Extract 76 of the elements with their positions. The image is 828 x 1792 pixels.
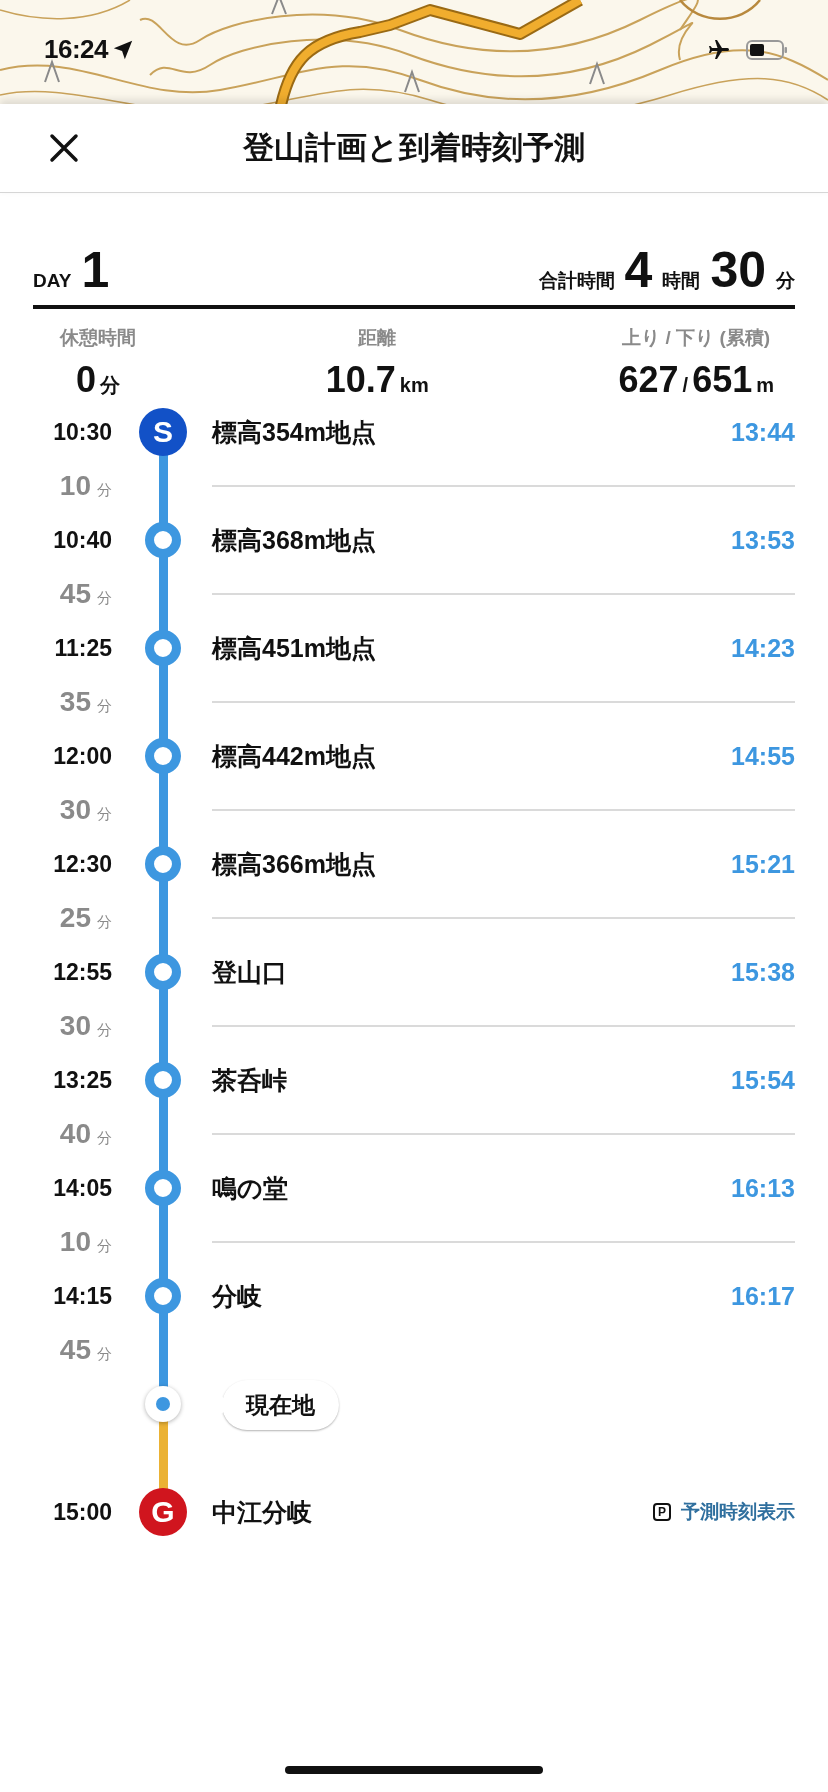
departure-time: 13:25 — [53, 1066, 112, 1094]
arrival-time: 15:38 — [731, 956, 795, 988]
day-label: DAY — [33, 270, 72, 292]
arrival-time: 14:55 — [731, 740, 795, 772]
arrival-time: 13:53 — [731, 524, 795, 556]
leg-duration: 45 — [59, 1334, 91, 1366]
departure-time: 11:25 — [54, 634, 112, 662]
total-time-label: 合計時間 — [538, 269, 615, 293]
leg-duration: 25 — [59, 902, 91, 934]
stat-unit: m — [756, 374, 774, 397]
arrival-time: 15:21 — [731, 848, 795, 880]
departure-time: 12:30 — [53, 850, 112, 878]
parking-icon: P — [653, 1503, 671, 1521]
total-hours: 4 — [624, 245, 653, 295]
duration-unit: 分 — [97, 1344, 112, 1364]
stat-value: 0 — [76, 359, 96, 401]
close-icon — [48, 132, 80, 164]
day-number: 1 — [81, 245, 110, 295]
stat-label: 休憩時間 — [60, 326, 136, 350]
arrival-time: 15:54 — [731, 1064, 795, 1096]
departure-time: 14:15 — [53, 1282, 112, 1310]
stat-label: 上り / 下り (累積) — [622, 326, 771, 350]
departure-time: 10:30 — [53, 418, 112, 446]
duration-unit: 分 — [97, 912, 112, 932]
point-name: 分岐 — [212, 1280, 262, 1312]
start-marker: S — [139, 408, 187, 456]
airplane-icon — [706, 37, 732, 62]
leg-duration: 30 — [59, 794, 91, 826]
current-location-marker — [145, 1386, 181, 1422]
goal-marker: G — [139, 1488, 187, 1536]
stat-value: 10.7 — [325, 359, 396, 401]
duration-unit: 分 — [97, 1128, 112, 1148]
stat-unit: km — [399, 374, 429, 397]
leg-duration: 10 — [59, 1226, 91, 1258]
duration-unit: 分 — [97, 480, 112, 500]
point-name: 鳴の堂 — [212, 1172, 288, 1204]
leg-duration: 45 — [59, 578, 91, 610]
hours-unit: 時間 — [662, 269, 701, 293]
predicted-time-link[interactable]: 予測時刻表示 — [681, 1499, 795, 1525]
leg-duration: 40 — [59, 1118, 91, 1150]
duration-unit: 分 — [97, 696, 112, 716]
leg-duration: 10 — [59, 470, 91, 502]
stat-value: 627 — [618, 359, 679, 401]
arrival-time: 14:23 — [731, 632, 795, 664]
duration-unit: 分 — [97, 588, 112, 608]
point-name: 中江分岐 — [212, 1496, 312, 1528]
total-minutes: 30 — [710, 245, 766, 295]
duration-unit: 分 — [97, 1020, 112, 1040]
stat-value: 651 — [692, 359, 753, 401]
point-name: 標高354m地点 — [212, 416, 376, 448]
duration-unit: 分 — [97, 804, 112, 824]
battery-icon — [746, 38, 788, 61]
duration-unit: 分 — [97, 1236, 112, 1256]
point-name: 標高451m地点 — [212, 632, 376, 664]
stat-unit: 分 — [100, 373, 120, 398]
point-name: 標高366m地点 — [212, 848, 376, 880]
point-name: 標高442m地点 — [212, 740, 376, 772]
location-arrow-icon — [112, 38, 134, 61]
stat-label: 距離 — [358, 326, 397, 350]
leg-duration: 35 — [59, 686, 91, 718]
minutes-unit: 分 — [776, 269, 795, 293]
departure-time: 15:00 — [53, 1498, 112, 1526]
leg-duration: 30 — [59, 1010, 91, 1042]
arrival-time: 16:17 — [731, 1280, 795, 1312]
arrival-time: 16:13 — [731, 1172, 795, 1204]
screen-title: 登山計画と到着時刻予測 — [243, 129, 585, 167]
stat-separator: / — [682, 374, 689, 397]
departure-time: 14:05 — [53, 1174, 112, 1202]
arrival-time: 13:44 — [731, 416, 795, 448]
point-name: 登山口 — [212, 956, 287, 988]
status-time: 16:24 — [44, 34, 108, 65]
point-name: 茶呑峠 — [212, 1064, 287, 1096]
departure-time: 12:00 — [53, 742, 112, 770]
departure-time: 10:40 — [53, 526, 112, 554]
departure-time: 12:55 — [53, 958, 112, 986]
point-name: 標高368m地点 — [212, 524, 376, 556]
